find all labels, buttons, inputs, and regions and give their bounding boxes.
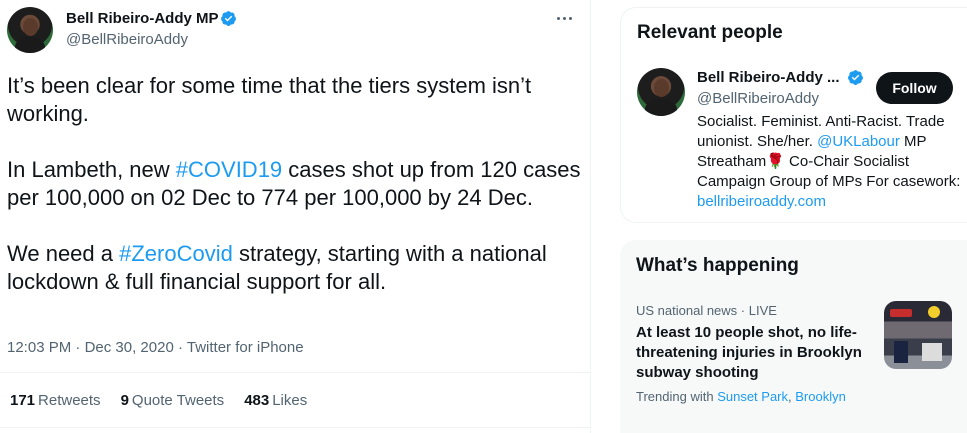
author-handle[interactable]: @BellRibeiroAddy <box>66 31 188 48</box>
hashtag-covid19-link[interactable]: #COVID19 <box>176 157 282 182</box>
uklabour-mention-link[interactable]: @UKLabour <box>817 133 900 150</box>
trend-thumbnail-image <box>884 301 952 369</box>
tweet-time[interactable]: 12:03 PM <box>7 339 71 356</box>
avatar-face <box>654 79 669 97</box>
likes-count: 483 <box>244 392 270 409</box>
author-name[interactable]: Bell Ribeiro-Addy MP <box>66 10 219 27</box>
meta-separator: · <box>173 339 187 356</box>
whats-happening-heading: What’s happening <box>636 255 799 276</box>
likes-label: Likes <box>272 392 308 409</box>
tweet-detail: Bell Ribeiro-Addy MP @BellRibeiroAddy It… <box>0 0 590 433</box>
trend-tag-sunset-park[interactable]: Sunset Park <box>717 389 788 404</box>
verified-badge-icon <box>221 11 236 26</box>
quote-tweets-label: Quote Tweets <box>131 392 225 409</box>
divider <box>0 427 590 428</box>
tweet-paragraph-1: It’s been clear for some time that the t… <box>7 73 532 126</box>
relevant-person-bio: Socialist. Feminist. Anti-Racist. Trade … <box>697 112 962 212</box>
tweet-stats: 171 Retweets 9 Quote Tweets 483 Likes <box>10 392 307 409</box>
avatar-body <box>15 37 45 53</box>
author-avatar[interactable] <box>7 7 53 53</box>
verified-badge-icon <box>848 70 863 85</box>
website-link[interactable]: bellribeiroaddy.com <box>697 193 826 210</box>
relevant-people-heading: Relevant people <box>637 22 783 43</box>
rose-emoji: 🌹 <box>766 153 785 170</box>
hashtag-zerocovid-link[interactable]: #ZeroCovid <box>119 241 233 266</box>
likes-stat[interactable]: 483 Likes <box>244 392 307 409</box>
quote-tweets-count: 9 <box>120 392 129 409</box>
meta-separator: · <box>71 339 85 356</box>
relevant-person-handle[interactable]: @BellRibeiroAddy <box>697 90 819 107</box>
tweet-text-segment: In Lambeth, new <box>7 157 176 182</box>
tweet-text-segment: We need a <box>7 241 120 266</box>
retweets-label: Retweets <box>38 392 101 409</box>
trend-tag-separator: , <box>788 389 792 404</box>
trend-item[interactable]: US national news · LIVE At least 10 peop… <box>620 292 967 412</box>
divider <box>0 372 590 373</box>
tweet-text: It’s been clear for some time that the t… <box>7 72 582 296</box>
tweet-source[interactable]: Twitter for iPhone <box>187 339 304 356</box>
more-options-icon[interactable] <box>552 8 576 28</box>
trending-with: Trending with Sunset Park, Brooklyn <box>636 389 846 404</box>
relevant-person-avatar[interactable] <box>637 68 685 116</box>
tweet-metadata: 12:03 PM · Dec 30, 2020 · Twitter for iP… <box>7 339 304 356</box>
relevant-person-name[interactable]: Bell Ribeiro-Addy ... <box>697 69 840 86</box>
whats-happening-panel: What’s happening US national news · LIVE… <box>620 240 967 433</box>
column-divider <box>590 0 591 433</box>
trending-with-label: Trending with <box>636 389 714 404</box>
retweets-stat[interactable]: 171 Retweets <box>10 392 101 409</box>
quote-tweets-stat[interactable]: 9 Quote Tweets <box>121 392 225 409</box>
avatar-face <box>23 18 38 36</box>
trend-context: US national news · LIVE <box>636 303 777 318</box>
trend-title: At least 10 people shot, no life-threate… <box>636 324 862 381</box>
avatar-body <box>645 99 677 116</box>
relevant-people-panel: Relevant people Bell Ribeiro-Addy ... @B… <box>620 7 967 223</box>
tweet-paragraph-3: We need a #ZeroCovid strategy, starting … <box>7 240 582 296</box>
retweets-count: 171 <box>10 392 36 409</box>
follow-button[interactable]: Follow <box>876 72 953 104</box>
tweet-paragraph-2: In Lambeth, new #COVID19 cases shot up f… <box>7 156 582 212</box>
trend-tag-brooklyn[interactable]: Brooklyn <box>795 389 846 404</box>
tweet-date[interactable]: Dec 30, 2020 <box>85 339 174 356</box>
